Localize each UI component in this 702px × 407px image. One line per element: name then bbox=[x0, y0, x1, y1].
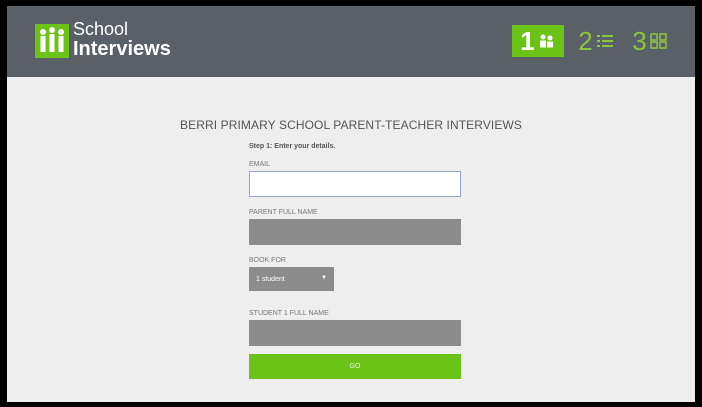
grid-icon bbox=[649, 33, 668, 49]
logo[interactable]: School Interviews bbox=[73, 20, 171, 59]
step-1-indicator: 1 bbox=[512, 25, 564, 57]
step-2-indicator: 2 bbox=[570, 25, 622, 57]
page-title: BERRI PRIMARY SCHOOL PARENT-TEACHER INTE… bbox=[180, 118, 522, 132]
details-form: Step 1: Enter your details. EMAIL PARENT… bbox=[249, 143, 461, 379]
list-icon bbox=[596, 33, 614, 49]
app-frame: School Interviews 1 2 3 BERRI PRIMARY SC… bbox=[7, 6, 695, 402]
book-for-select[interactable]: 1 student ▼ bbox=[249, 267, 334, 291]
school-people-icon bbox=[35, 24, 69, 58]
student-name-field[interactable] bbox=[249, 320, 461, 346]
logo-line1: School bbox=[73, 19, 129, 39]
book-for-label: BOOK FOR bbox=[249, 257, 286, 264]
step-number: 3 bbox=[632, 26, 647, 56]
main-content: BERRI PRIMARY SCHOOL PARENT-TEACHER INTE… bbox=[7, 77, 695, 402]
step-3-indicator: 3 bbox=[624, 25, 676, 57]
parent-name-label: PARENT FULL NAME bbox=[249, 209, 318, 216]
book-for-value: 1 student bbox=[256, 275, 285, 283]
email-label: EMAIL bbox=[249, 161, 271, 168]
parent-name-field[interactable] bbox=[249, 219, 461, 245]
go-button[interactable]: GO bbox=[249, 354, 461, 379]
student-name-label: STUDENT 1 FULL NAME bbox=[249, 310, 329, 317]
people-icon bbox=[538, 33, 556, 49]
logo-line2: Interviews bbox=[73, 38, 171, 60]
chevron-down-icon: ▼ bbox=[321, 275, 327, 281]
step-instructions: Step 1: Enter your details. bbox=[249, 143, 336, 150]
step-number: 1 bbox=[520, 26, 535, 56]
go-button-label: GO bbox=[349, 363, 361, 370]
step-number: 2 bbox=[578, 26, 593, 56]
header: School Interviews 1 2 3 bbox=[7, 6, 695, 77]
email-field[interactable] bbox=[249, 171, 461, 197]
